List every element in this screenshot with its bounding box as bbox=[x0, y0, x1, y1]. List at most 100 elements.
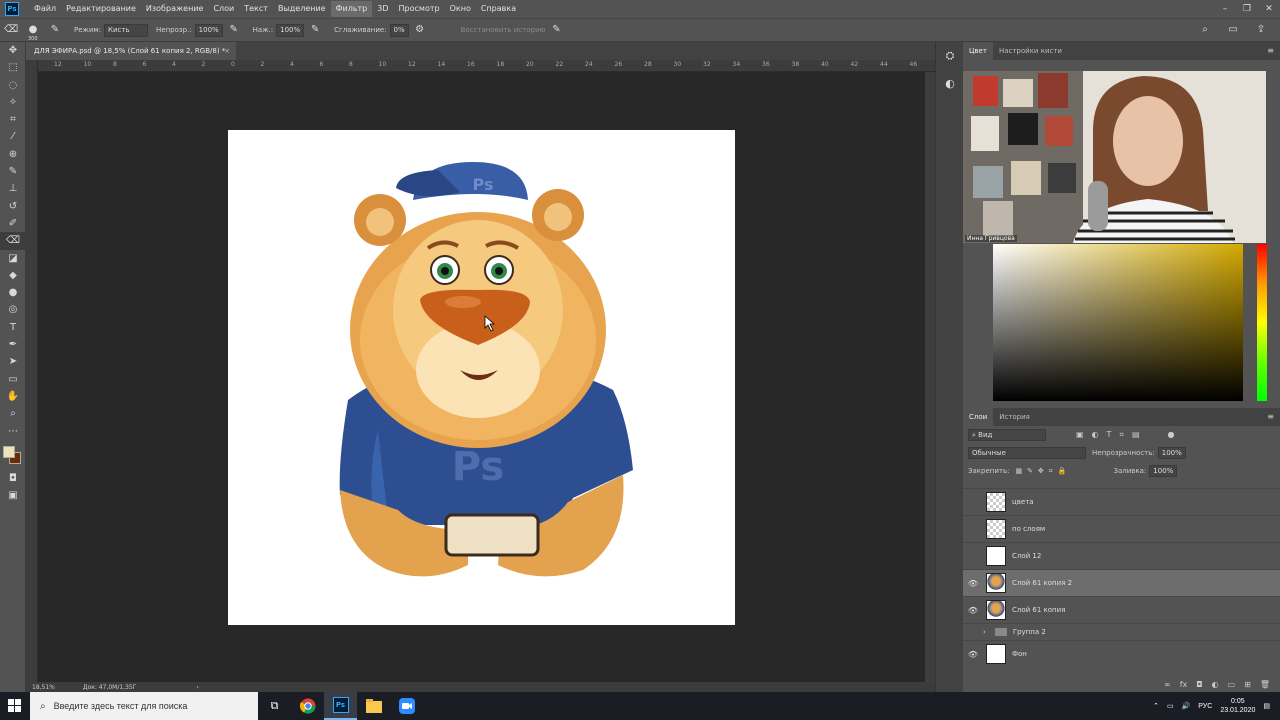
properties-icon[interactable]: ⛭ bbox=[936, 42, 964, 70]
volume-icon[interactable]: 🔊 bbox=[1182, 702, 1191, 710]
adjustments-icon[interactable]: ◐ bbox=[936, 70, 964, 98]
close-tab-icon[interactable]: × bbox=[224, 42, 230, 60]
history-brush-tool-icon[interactable]: ↺ bbox=[0, 198, 26, 215]
menu-window[interactable]: Окно bbox=[445, 1, 476, 17]
eyedropper-tool-icon[interactable]: ⁄ bbox=[0, 128, 26, 145]
mode-select[interactable]: Кисть bbox=[104, 23, 149, 37]
panel-menu-icon[interactable]: ≡ bbox=[1267, 42, 1274, 60]
menu-image[interactable]: Изображение bbox=[141, 1, 209, 17]
brush-preset-icon[interactable]: ● 300 bbox=[26, 23, 40, 42]
filter-adjustment-icon[interactable]: ◐ bbox=[1092, 430, 1099, 440]
color-picker-field[interactable] bbox=[993, 244, 1243, 401]
add-mask-icon[interactable]: ◘ bbox=[1196, 680, 1202, 689]
close-icon[interactable]: ✕ bbox=[1258, 0, 1280, 18]
dodge-tool-icon[interactable]: ● bbox=[0, 284, 26, 301]
magic-wand-tool-icon[interactable]: ✧ bbox=[0, 94, 26, 111]
share-icon[interactable]: ⇪ bbox=[1254, 23, 1268, 37]
status-expand-icon[interactable]: › bbox=[196, 684, 198, 691]
layer-row[interactable]: 👁 Фон bbox=[963, 640, 1280, 667]
hand-tool-icon[interactable]: ✋ bbox=[0, 388, 26, 405]
smoothing-field[interactable]: 0% bbox=[389, 23, 409, 37]
foreground-color-swatch[interactable] bbox=[3, 445, 15, 458]
mixer-brush-tool-icon[interactable]: ✐ bbox=[0, 215, 26, 232]
filter-smart-icon[interactable]: ▤ bbox=[1132, 430, 1140, 440]
restore-history-checkbox[interactable]: Восстановить историю bbox=[461, 26, 546, 34]
sponge-tool-icon[interactable]: ◎ bbox=[0, 301, 26, 318]
new-layer-icon[interactable]: ⊞ bbox=[1244, 680, 1251, 689]
tab-color[interactable]: Цвет bbox=[963, 42, 993, 60]
photoshop-taskbar-icon[interactable]: Ps bbox=[324, 692, 357, 720]
gear-icon[interactable]: ⚙ bbox=[413, 23, 427, 37]
blend-mode-select[interactable]: Обычные bbox=[968, 447, 1086, 459]
minimize-icon[interactable]: – bbox=[1214, 0, 1236, 18]
keyboard-language[interactable]: РУС bbox=[1198, 703, 1212, 710]
expand-group-icon[interactable]: › bbox=[983, 628, 986, 636]
menu-file[interactable]: Файл bbox=[29, 1, 61, 17]
screen-mode-icon[interactable]: ▣ bbox=[0, 487, 26, 504]
task-view-icon[interactable]: ⧉ bbox=[258, 692, 291, 720]
vertical-scrollbar[interactable] bbox=[925, 72, 935, 682]
filter-pixel-icon[interactable]: ▣ bbox=[1076, 430, 1084, 440]
marquee-tool-icon[interactable]: ⬚ bbox=[0, 59, 26, 76]
windows-start-button[interactable] bbox=[0, 692, 30, 720]
type-tool-icon[interactable]: T bbox=[0, 319, 26, 336]
taskbar-search-input[interactable]: ⌕ Введите здесь текст для поиска bbox=[30, 692, 258, 720]
search-icon[interactable]: ⌕ bbox=[1198, 23, 1212, 37]
menu-select[interactable]: Выделение bbox=[273, 1, 331, 17]
menu-filter[interactable]: Фильтр bbox=[330, 1, 373, 17]
flow-field[interactable]: 100% bbox=[276, 23, 305, 37]
new-adjustment-icon[interactable]: ◐ bbox=[1212, 680, 1219, 689]
layer-style-icon[interactable]: fx bbox=[1180, 680, 1188, 689]
eye-icon[interactable]: 👁 bbox=[963, 650, 983, 659]
move-tool-icon[interactable]: ✥ bbox=[0, 42, 26, 59]
eraser-tool-icon[interactable]: ⌫ bbox=[4, 23, 18, 37]
menu-3d[interactable]: 3D bbox=[372, 1, 393, 17]
filter-shape-icon[interactable]: ⌗ bbox=[1119, 430, 1124, 440]
tab-brush-settings[interactable]: Настройки кисти bbox=[993, 42, 1068, 60]
pen-tool-icon[interactable]: ✒ bbox=[0, 336, 26, 353]
filter-toggle-icon[interactable]: ● bbox=[1168, 430, 1175, 440]
clone-stamp-tool-icon[interactable]: ⊥ bbox=[0, 180, 26, 197]
new-group-icon[interactable]: ▭ bbox=[1228, 680, 1236, 689]
layer-row[interactable]: 👁 Слой 61 копия bbox=[963, 596, 1280, 623]
pressure-size-icon[interactable]: ✎ bbox=[549, 23, 563, 37]
pressure-opacity-icon[interactable]: ✎ bbox=[227, 23, 241, 37]
clock[interactable]: 0:05 23.01.2020 bbox=[1220, 697, 1255, 715]
layer-group-row[interactable]: › Группа 2 bbox=[963, 623, 1280, 640]
layer-kind-filter[interactable]: ⌕ Вид bbox=[968, 429, 1046, 441]
menu-type[interactable]: Текст bbox=[239, 1, 273, 17]
eye-icon[interactable]: 👁 bbox=[963, 579, 983, 588]
document-canvas[interactable]: Ps Ps bbox=[228, 130, 735, 625]
path-selection-tool-icon[interactable]: ➤ bbox=[0, 353, 26, 370]
file-explorer-icon[interactable] bbox=[357, 692, 390, 720]
quick-mask-icon[interactable]: ◘ bbox=[0, 470, 26, 487]
color-swatches[interactable] bbox=[0, 440, 26, 470]
opacity-field[interactable]: 100% bbox=[194, 23, 223, 37]
layer-row[interactable]: по слоям bbox=[963, 515, 1280, 542]
menu-view[interactable]: Просмотр bbox=[394, 1, 445, 17]
chrome-icon[interactable] bbox=[291, 692, 324, 720]
layer-opacity-field[interactable]: 100% bbox=[1157, 447, 1186, 459]
zoom-tool-icon[interactable]: ⌕ bbox=[0, 405, 26, 422]
blur-tool-icon[interactable]: ◆ bbox=[0, 267, 26, 284]
zoom-app-icon[interactable] bbox=[390, 692, 423, 720]
brush-panel-icon[interactable]: ✎ bbox=[48, 23, 62, 37]
layer-fill-field[interactable]: 100% bbox=[1149, 465, 1178, 477]
tab-layers[interactable]: Слои bbox=[963, 408, 994, 426]
crop-tool-icon[interactable]: ⌗ bbox=[0, 111, 26, 128]
menu-edit[interactable]: Редактирование bbox=[61, 1, 141, 17]
menu-layers[interactable]: Слои bbox=[208, 1, 239, 17]
document-tab[interactable]: ДЛЯ ЭФИРА.psd @ 18,5% (Слой 61 копия 2, … bbox=[26, 42, 236, 60]
restore-icon[interactable]: ❐ bbox=[1236, 0, 1258, 18]
zoom-level[interactable]: 18,51% bbox=[32, 684, 55, 691]
eye-icon[interactable]: 👁 bbox=[963, 606, 983, 615]
link-layers-icon[interactable]: ∞ bbox=[1164, 680, 1171, 689]
lasso-tool-icon[interactable]: ◌ bbox=[0, 77, 26, 94]
healing-tool-icon[interactable]: ⊕ bbox=[0, 146, 26, 163]
notifications-icon[interactable]: ▤ bbox=[1263, 702, 1270, 710]
layer-row[interactable]: Слой 12 bbox=[963, 542, 1280, 569]
menu-help[interactable]: Справка bbox=[476, 1, 521, 17]
more-tools-icon[interactable]: ⋯ bbox=[0, 423, 26, 440]
lock-icons[interactable]: ▦✎✥⌗🔒 bbox=[1015, 467, 1071, 476]
hue-slider[interactable] bbox=[1257, 244, 1267, 401]
